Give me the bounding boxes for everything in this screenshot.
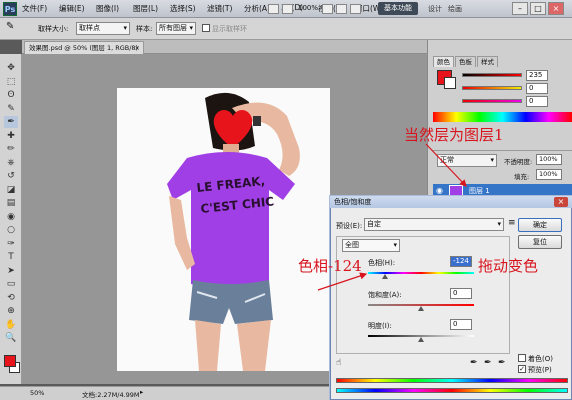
annotation-arrows (317, 143, 467, 291)
foreground-color-swatch[interactable] (4, 355, 16, 367)
arrow-to-hue-slider (317, 272, 368, 291)
arrow-to-layer (425, 143, 467, 187)
